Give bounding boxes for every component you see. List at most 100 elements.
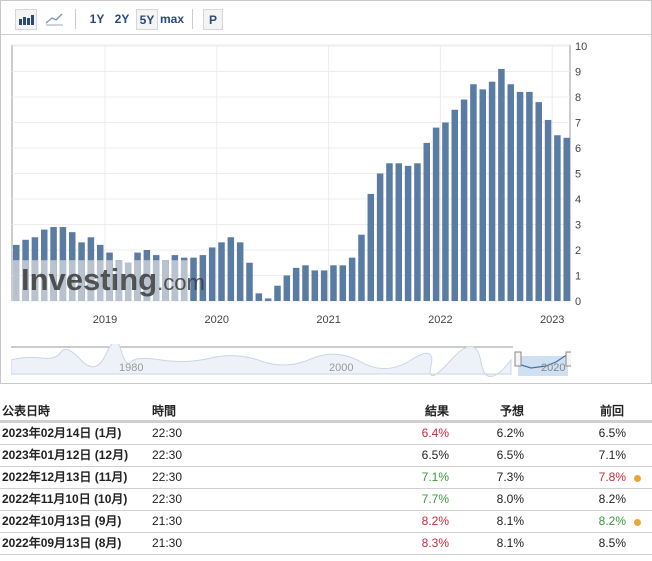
bar[interactable] bbox=[488, 81, 496, 301]
header-time: 時間 bbox=[152, 404, 177, 418]
bar[interactable] bbox=[395, 163, 403, 301]
table-row: 2022年11月10日 (10月) 22:30 7.7% 8.0% 8.2% bbox=[0, 489, 652, 511]
release-time: 22:30 bbox=[152, 448, 183, 462]
navigator-left-handle[interactable] bbox=[514, 351, 522, 367]
forecast-value: 7.3% bbox=[496, 470, 524, 484]
y-tick-label: 5 bbox=[575, 169, 581, 181]
bar[interactable] bbox=[246, 262, 253, 301]
y-tick-label: 10 bbox=[575, 41, 587, 53]
bar[interactable] bbox=[367, 193, 375, 301]
bar[interactable] bbox=[386, 163, 393, 301]
range-1y-button[interactable]: 1Y bbox=[87, 9, 107, 30]
navigator-label: 1980 bbox=[119, 362, 143, 374]
bar[interactable] bbox=[563, 137, 570, 301]
y-tick-label: 4 bbox=[575, 194, 581, 206]
bar[interactable] bbox=[516, 91, 524, 302]
bar[interactable] bbox=[535, 102, 542, 301]
previous-value: 7.8% bbox=[598, 470, 626, 484]
release-date: 2022年09月13日 (8月) bbox=[2, 536, 122, 550]
revised-dot-icon[interactable] bbox=[634, 475, 641, 482]
release-date: 2022年10月13日 (9月) bbox=[2, 514, 122, 528]
bar[interactable] bbox=[479, 89, 487, 301]
table-header: 公表日時 時間 結果 予想 前回 bbox=[0, 401, 652, 423]
release-date: 2023年01月12日 (12月) bbox=[2, 448, 129, 462]
bar[interactable] bbox=[526, 91, 533, 302]
previous-value: 8.2% bbox=[598, 514, 626, 528]
previous-value: 7.1% bbox=[598, 448, 626, 462]
bar-chart-icon bbox=[19, 15, 34, 25]
actual-value: 8.2% bbox=[421, 514, 449, 528]
line-chart-button[interactable] bbox=[43, 9, 65, 30]
previous-value: 8.5% bbox=[598, 536, 626, 550]
previous-value: 6.5% bbox=[598, 426, 626, 440]
navigator[interactable]: 1980 2000 2020 bbox=[11, 344, 571, 378]
header-actual: 結果 bbox=[424, 404, 449, 418]
bar[interactable] bbox=[292, 267, 300, 301]
revised-dot-icon[interactable] bbox=[634, 519, 641, 526]
bar[interactable] bbox=[470, 84, 477, 301]
p-button[interactable]: P bbox=[203, 9, 223, 30]
x-tick-label: 2023 bbox=[540, 314, 564, 326]
bar[interactable] bbox=[236, 242, 244, 301]
bar[interactable] bbox=[283, 275, 291, 302]
bar-watermark-overlay bbox=[13, 260, 20, 301]
forecast-value: 6.5% bbox=[496, 448, 524, 462]
bar[interactable] bbox=[330, 265, 337, 301]
navigator-label: 2020 bbox=[541, 362, 565, 374]
x-tick-label: 2022 bbox=[428, 314, 452, 326]
toolbar-divider bbox=[75, 9, 76, 29]
bar[interactable] bbox=[227, 237, 235, 301]
forecast-value: 6.2% bbox=[496, 426, 524, 440]
bar[interactable] bbox=[264, 298, 272, 301]
header-date: 公表日時 bbox=[2, 404, 51, 418]
y-tick-label: 3 bbox=[575, 220, 581, 232]
bar[interactable] bbox=[311, 270, 319, 301]
navigator-right-handle[interactable] bbox=[565, 351, 571, 367]
bar[interactable] bbox=[208, 247, 216, 301]
bar[interactable] bbox=[274, 285, 281, 301]
bar-chart-button[interactable] bbox=[15, 9, 37, 30]
previous-value: 8.2% bbox=[598, 492, 626, 506]
y-tick-label: 1 bbox=[575, 271, 581, 283]
release-date: 2022年12月13日 (11月) bbox=[2, 470, 128, 484]
actual-value: 7.7% bbox=[421, 492, 449, 506]
bar[interactable] bbox=[376, 173, 384, 302]
table-row: 2023年01月12日 (12月) 22:30 6.5% 6.5% 7.1% bbox=[0, 445, 652, 467]
x-tick-label: 2019 bbox=[93, 314, 117, 326]
bar[interactable] bbox=[498, 68, 505, 301]
toolbar-divider bbox=[192, 9, 193, 29]
bar[interactable] bbox=[423, 142, 431, 301]
x-tick-label: 2021 bbox=[316, 314, 340, 326]
forecast-value: 8.1% bbox=[496, 514, 524, 528]
actual-value: 7.1% bbox=[421, 470, 449, 484]
bar[interactable] bbox=[544, 119, 552, 301]
table-row: 2022年09月13日 (8月) 21:30 8.3% 8.1% 8.5% bbox=[0, 533, 652, 555]
bar[interactable] bbox=[348, 257, 356, 301]
release-date: 2023年02月14日 (1月) bbox=[2, 426, 122, 440]
range-2y-button[interactable]: 2Y bbox=[112, 9, 132, 30]
range-5y-button[interactable]: 5Y bbox=[136, 9, 158, 30]
bar[interactable] bbox=[339, 265, 347, 301]
bar[interactable] bbox=[255, 293, 263, 301]
bar[interactable] bbox=[320, 270, 328, 301]
y-tick-label: 9 bbox=[575, 67, 581, 79]
bar[interactable] bbox=[442, 122, 449, 302]
range-max-button[interactable]: max bbox=[160, 9, 184, 30]
bar[interactable] bbox=[460, 99, 468, 301]
bar[interactable] bbox=[404, 165, 412, 301]
bar[interactable] bbox=[554, 135, 561, 301]
bar[interactable] bbox=[451, 109, 459, 301]
header-forecast: 予想 bbox=[499, 404, 524, 418]
history-table: 公表日時 時間 結果 予想 前回 2023年02月14日 (1月) 22:30 … bbox=[0, 401, 652, 555]
bar[interactable] bbox=[432, 127, 440, 301]
bar[interactable] bbox=[507, 84, 514, 301]
bar[interactable] bbox=[414, 163, 421, 301]
bar[interactable] bbox=[218, 242, 225, 301]
bar[interactable] bbox=[302, 265, 309, 301]
actual-value: 6.5% bbox=[421, 448, 449, 462]
x-tick-label: 2020 bbox=[205, 314, 229, 326]
forecast-value: 8.0% bbox=[496, 492, 524, 506]
line-chart-icon bbox=[45, 13, 63, 26]
actual-value: 8.3% bbox=[421, 536, 449, 550]
bar[interactable] bbox=[358, 234, 365, 301]
